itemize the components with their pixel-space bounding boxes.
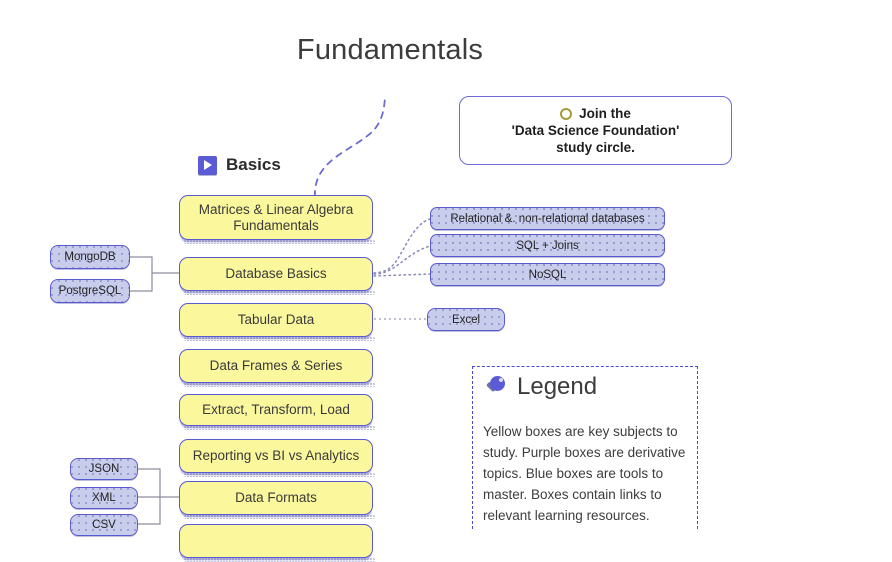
derivative-node[interactable]: SQL + Joins — [430, 234, 665, 257]
derivative-node[interactable]: Relational &. non-relational databases — [430, 207, 665, 230]
legend-title: Legend — [517, 373, 598, 400]
magnifier-icon — [483, 374, 509, 400]
subject-node[interactable]: Extract, Transform, Load — [179, 394, 375, 430]
study-circle-callout[interactable]: Join the 'Data Science Foundation' study… — [459, 96, 732, 165]
tool-node[interactable]: PostgreSQL — [50, 279, 130, 303]
page-title: Fundamentals — [296, 34, 484, 66]
section-label: Basics — [226, 155, 281, 174]
diagram-canvas: Fundamentals Basics Join the 'Data Scien… — [0, 0, 892, 562]
callout-line-3: study circle. — [556, 140, 635, 155]
derivative-node[interactable]: NoSQL — [430, 263, 665, 286]
tool-node[interactable]: MongoDB — [50, 245, 130, 269]
legend-panel: Legend Yellow boxes are key subjects to … — [472, 366, 698, 529]
callout-join-text: Join the — [579, 106, 631, 121]
section-header-basics[interactable]: Basics — [198, 155, 281, 175]
subject-node[interactable]: Reporting vs BI vs Analytics — [179, 439, 375, 477]
ring-icon — [560, 107, 573, 120]
tool-node[interactable]: CSV — [70, 514, 138, 536]
callout-line-2: 'Data Science Foundation' — [511, 123, 680, 138]
tool-node[interactable]: JSON — [70, 458, 138, 480]
tool-node[interactable]: Excel — [427, 308, 505, 331]
legend-header: Legend — [483, 373, 687, 401]
subject-node[interactable]: Data Formats — [179, 481, 375, 519]
tool-node[interactable]: XML — [70, 487, 138, 509]
subject-node[interactable]: Data Frames & Series — [179, 349, 375, 387]
subject-node[interactable]: Matrices & Linear Algebra Fundamentals — [179, 195, 375, 244]
callout-line-1: Join the — [560, 105, 631, 122]
legend-body-text: Yellow boxes are key subjects to study. … — [483, 424, 686, 523]
play-icon — [198, 155, 217, 175]
subject-node[interactable]: Tabular Data — [179, 303, 375, 341]
subject-node[interactable] — [179, 524, 375, 562]
subject-node[interactable]: Database Basics — [179, 257, 375, 295]
